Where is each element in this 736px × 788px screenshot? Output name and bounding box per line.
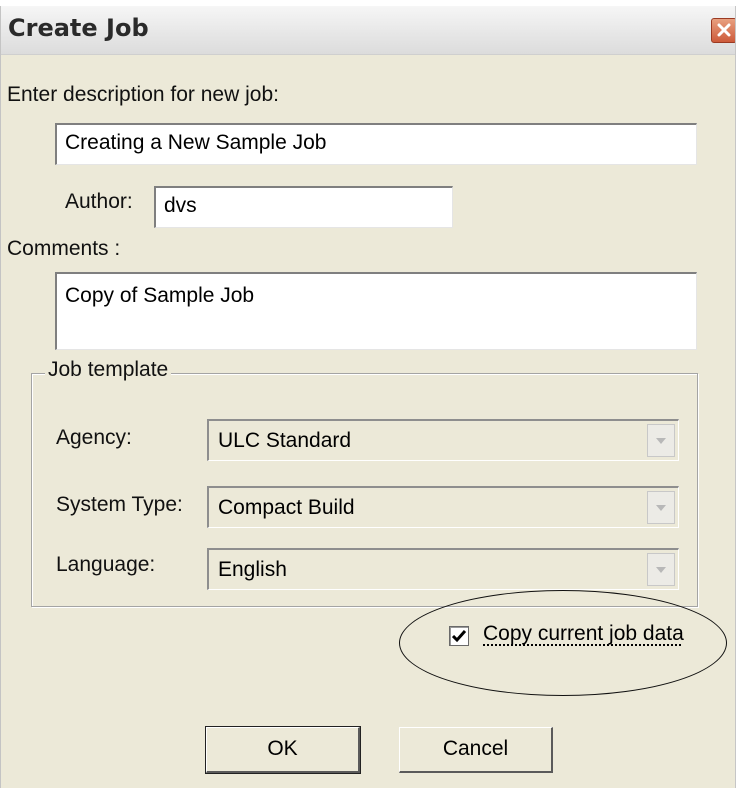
system-type-select[interactable]: Compact Build (207, 486, 679, 528)
close-button[interactable] (711, 18, 736, 43)
copy-job-data-label[interactable]: Copy current job data (483, 622, 684, 646)
language-label: Language: (56, 553, 156, 576)
description-label: Enter description for new job: (7, 83, 279, 106)
system-type-value: Compact Build (218, 496, 355, 519)
cancel-button[interactable]: Cancel (399, 727, 553, 773)
chevron-down-icon (656, 438, 666, 444)
comments-label: Comments : (7, 237, 121, 260)
title-bar[interactable]: Create Job (1, 6, 736, 55)
create-job-dialog: Create Job Enter description for new job… (0, 6, 736, 788)
ok-button[interactable]: OK (205, 726, 361, 774)
language-value: English (218, 558, 287, 581)
language-dropdown-button[interactable] (647, 553, 675, 586)
agency-label: Agency: (56, 426, 132, 449)
agency-select[interactable]: ULC Standard (207, 419, 679, 461)
agency-value: ULC Standard (218, 429, 352, 452)
chevron-down-icon (656, 567, 666, 573)
agency-dropdown-button[interactable] (647, 424, 675, 457)
close-x-icon (717, 23, 731, 37)
system-type-label: System Type: (56, 493, 183, 516)
author-label: Author: (65, 190, 133, 213)
system-type-dropdown-button[interactable] (647, 491, 675, 524)
checkmark-icon (452, 630, 466, 643)
job-template-legend: Job template (45, 358, 172, 382)
copy-job-data-checkbox[interactable] (449, 626, 469, 646)
author-input[interactable]: dvs (154, 186, 453, 228)
description-input[interactable]: Creating a New Sample Job (55, 123, 697, 165)
language-select[interactable]: English (207, 548, 679, 590)
comments-textarea[interactable]: Copy of Sample Job (55, 272, 697, 350)
chevron-down-icon (656, 505, 666, 511)
dialog-title: Create Job (8, 14, 149, 42)
